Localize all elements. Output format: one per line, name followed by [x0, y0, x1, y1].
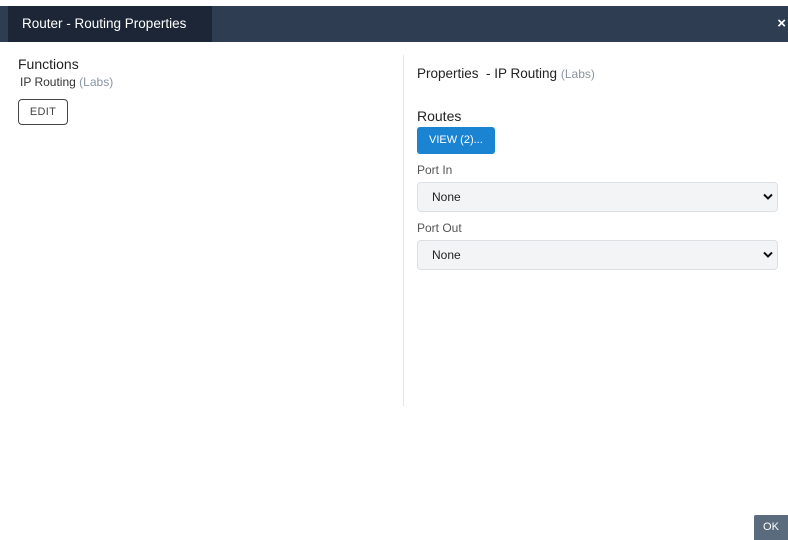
function-item: IP Routing (Labs) — [18, 75, 398, 89]
edit-button[interactable]: EDIT — [18, 99, 68, 125]
chevron-down-icon — [763, 193, 773, 200]
panel-divider — [403, 55, 404, 406]
port-in-value: None — [432, 190, 461, 204]
function-item-tag: (Labs) — [79, 75, 114, 89]
function-item-name: IP Routing — [20, 75, 76, 89]
port-in-label: Port In — [417, 163, 453, 177]
chevron-down-icon — [763, 251, 773, 258]
properties-heading-tag: (Labs) — [560, 67, 595, 81]
port-out-value: None — [432, 248, 461, 262]
properties-heading: Properties - IP Routing (Labs) — [417, 66, 779, 81]
ok-button[interactable]: OK — [754, 515, 788, 540]
functions-panel: Functions IP Routing (Labs) EDIT — [18, 56, 398, 125]
close-button[interactable]: × — [768, 6, 788, 42]
functions-heading: Functions — [18, 56, 79, 72]
properties-heading-text: Properties - IP Routing — [417, 66, 558, 81]
port-out-label: Port Out — [417, 221, 462, 235]
close-icon: × — [777, 15, 786, 32]
window-title: Router - Routing Properties — [8, 6, 212, 42]
routes-label: Routes — [417, 108, 462, 124]
title-bar: Router - Routing Properties × — [0, 6, 788, 42]
view-routes-button[interactable]: VIEW (2)... — [417, 127, 495, 154]
port-in-select[interactable]: None — [417, 182, 778, 212]
properties-panel: Properties - IP Routing (Labs) Routes VI… — [417, 66, 779, 270]
port-out-select[interactable]: None — [417, 240, 778, 270]
